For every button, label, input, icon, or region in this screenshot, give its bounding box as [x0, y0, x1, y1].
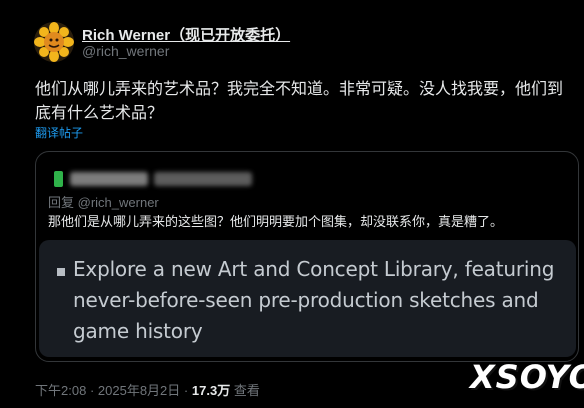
quoted-tweet-card[interactable]: 回复 @rich_werner 那他们是从哪儿弄来的这些图？他们明明要加个图集，… [35, 151, 579, 362]
bullet-square-icon [57, 268, 65, 276]
blurred-name [70, 172, 148, 186]
tweet-meta: 下午2:08 · 2025年8月2日 · 17.3万 查看 [35, 380, 260, 399]
post-time[interactable]: 下午2:08 [35, 383, 86, 398]
quoted-avatar-icon [54, 171, 63, 187]
post-date[interactable]: 2025年8月2日 [98, 383, 180, 398]
reply-context: 回复 @rich_werner [48, 192, 159, 211]
author-avatar[interactable] [34, 22, 74, 62]
author-name[interactable]: Rich Werner（现已开放委托） [82, 24, 290, 45]
quoted-tweet-text: 那他们是从哪儿弄来的这些图？他们明明要加个图集，却没联系你，真是糟了。 [48, 215, 504, 230]
quoted-author-blurred [54, 169, 254, 189]
blurred-handle [154, 172, 252, 186]
watermark-logo: XSOYO [470, 358, 584, 396]
reply-handle[interactable]: @rich_werner [78, 195, 159, 210]
embedded-feature-box: Explore a new Art and Concept Library, f… [39, 240, 576, 357]
tweet-view: Rich Werner（现已开放委托） @rich_werner 他们从哪儿弄来… [0, 0, 584, 408]
views-count: 17.3万 [191, 383, 231, 398]
meta-separator: · [89, 383, 95, 398]
embedded-feature-text: Explore a new Art and Concept Library, f… [73, 257, 555, 343]
tweet-text: 他们从哪儿弄来的艺术品？我完全不知道。非常可疑。没人找我要，他们到底有什么艺术品… [35, 79, 564, 122]
author-handle[interactable]: @rich_werner [82, 43, 169, 59]
sunflower-avatar-icon [34, 22, 74, 62]
meta-separator: · [183, 383, 189, 398]
translate-post-link[interactable]: 翻译帖子 [35, 124, 83, 141]
views-label: 查看 [233, 383, 260, 398]
reply-prefix: 回复 [48, 195, 75, 210]
